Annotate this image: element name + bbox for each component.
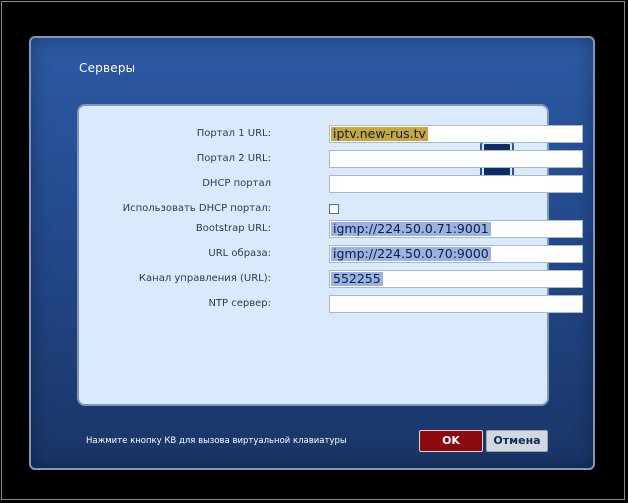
row-dhcp-portal: DHCP портал (79, 175, 583, 195)
image-url-value: igmp://224.50.0.70:9000 (331, 247, 491, 261)
control-channel-label: Канал управления (URL): (138, 273, 271, 284)
control-channel-value: 552255 (331, 272, 383, 286)
dialog-title: Серверы (79, 61, 136, 75)
portal2-input[interactable] (329, 150, 583, 168)
bootstrap-input[interactable]: igmp://224.50.0.71:9001 (329, 220, 583, 238)
image-url-input[interactable]: igmp://224.50.0.70:9000 (329, 245, 583, 263)
portal2-label: Портал 2 URL: (196, 153, 271, 164)
portal1-value: iptv.new-rus.tv (331, 127, 428, 141)
bootstrap-value: igmp://224.50.0.71:9001 (331, 222, 491, 236)
image-url-label: URL образа: (208, 248, 271, 259)
use-dhcp-label: Использовать DHCP портал: (122, 203, 271, 214)
row-ntp: NTP сервер: (79, 295, 583, 315)
keyboard-hint: Нажмите кнопку КВ для вызова виртуальной… (86, 436, 347, 446)
cancel-button[interactable]: Отмена (486, 430, 548, 452)
portal1-input[interactable]: iptv.new-rus.tv (329, 125, 583, 143)
ntp-label: NTP сервер: (208, 298, 271, 309)
bootstrap-label: Bootstrap URL: (195, 223, 271, 234)
row-use-dhcp: Использовать DHCP портал: (79, 200, 547, 220)
row-bootstrap: Bootstrap URL: igmp://224.50.0.71:9001 (79, 220, 583, 240)
dhcp-portal-label: DHCP портал (202, 178, 271, 189)
row-control-channel: Канал управления (URL): 552255 (79, 270, 583, 290)
screen-frame: Серверы Портал 1 URL: iptv.new-rus.tv По… (1, 1, 625, 500)
portal1-label: Портал 1 URL: (196, 128, 271, 139)
control-channel-input[interactable]: 552255 (329, 270, 583, 288)
settings-panel: Портал 1 URL: iptv.new-rus.tv Портал 2 U… (77, 104, 583, 406)
row-portal1: Портал 1 URL: iptv.new-rus.tv (79, 125, 583, 145)
ok-button[interactable]: OK (419, 430, 483, 452)
dhcp-portal-input[interactable] (329, 175, 583, 193)
row-image-url: URL образа: igmp://224.50.0.70:9000 (79, 245, 583, 265)
servers-dialog: Серверы Портал 1 URL: iptv.new-rus.tv По… (29, 36, 595, 470)
row-portal2: Портал 2 URL: (79, 150, 583, 170)
ntp-input[interactable] (329, 295, 583, 313)
use-dhcp-checkbox[interactable] (329, 204, 339, 214)
